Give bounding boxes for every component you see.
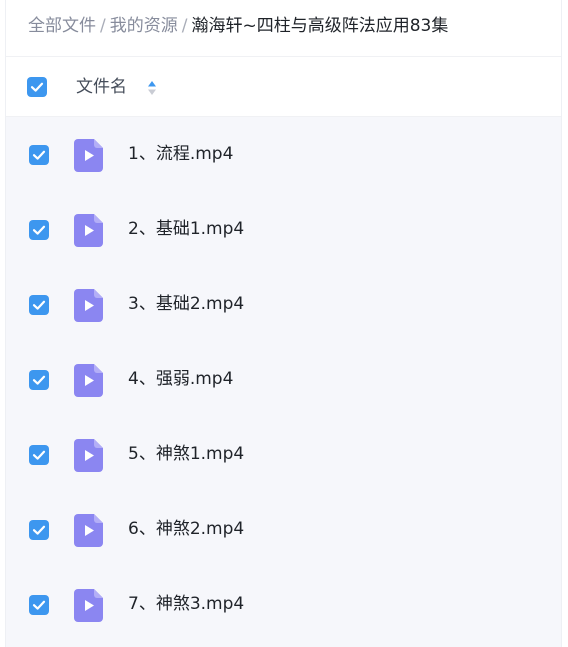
checkmark-icon bbox=[32, 450, 46, 460]
video-file-icon bbox=[74, 214, 103, 247]
select-all-checkbox[interactable] bbox=[27, 77, 47, 97]
file-row[interactable]: 7、神煞3.mp4 bbox=[6, 567, 561, 642]
checkmark-icon bbox=[32, 600, 46, 610]
column-header-filename[interactable]: 文件名 bbox=[76, 57, 127, 118]
breadcrumb-separator: / bbox=[100, 16, 106, 36]
video-file-icon bbox=[74, 439, 103, 472]
checkmark-icon bbox=[32, 300, 46, 310]
file-checkbox[interactable] bbox=[29, 220, 49, 240]
file-list-panel: 全部文件 / 我的资源 / 瀚海轩~四柱与高级阵法应用83集 文件名 1、流程.mp4 bbox=[5, 0, 562, 647]
video-file-icon bbox=[74, 289, 103, 322]
sort-updown-icon[interactable] bbox=[147, 79, 157, 97]
file-list-header: 文件名 bbox=[6, 56, 561, 117]
file-row[interactable]: 3、基础2.mp4 bbox=[6, 267, 561, 342]
file-row[interactable]: 6、神煞2.mp4 bbox=[6, 492, 561, 567]
file-row[interactable]: 1、流程.mp4 bbox=[6, 117, 561, 192]
breadcrumb-item-all-files[interactable]: 全部文件 bbox=[28, 16, 96, 36]
video-file-icon bbox=[74, 364, 103, 397]
file-checkbox[interactable] bbox=[29, 520, 49, 540]
file-name[interactable]: 6、神煞2.mp4 bbox=[128, 492, 244, 567]
breadcrumb-current-folder: 瀚海轩~四柱与高级阵法应用83集 bbox=[191, 16, 449, 36]
file-name[interactable]: 3、基础2.mp4 bbox=[128, 267, 244, 342]
file-name[interactable]: 7、神煞3.mp4 bbox=[128, 567, 244, 642]
file-row[interactable]: 2、基础1.mp4 bbox=[6, 192, 561, 267]
file-checkbox[interactable] bbox=[29, 445, 49, 465]
file-checkbox[interactable] bbox=[29, 595, 49, 615]
breadcrumb-item-my-resources[interactable]: 我的资源 bbox=[110, 16, 178, 36]
breadcrumb: 全部文件 / 我的资源 / 瀚海轩~四柱与高级阵法应用83集 bbox=[28, 10, 448, 42]
file-name[interactable]: 2、基础1.mp4 bbox=[128, 192, 244, 267]
checkmark-icon bbox=[32, 375, 46, 385]
file-row[interactable]: 4、强弱.mp4 bbox=[6, 342, 561, 417]
file-name[interactable]: 5、神煞1.mp4 bbox=[128, 417, 244, 492]
checkmark-icon bbox=[30, 82, 44, 92]
video-file-icon bbox=[74, 589, 103, 622]
file-list: 1、流程.mp4 2、基础1.mp4 3、基础2.mp4 4、强弱.mp4 5、… bbox=[6, 117, 561, 647]
file-checkbox[interactable] bbox=[29, 145, 49, 165]
checkmark-icon bbox=[32, 525, 46, 535]
video-file-icon bbox=[74, 514, 103, 547]
checkmark-icon bbox=[32, 150, 46, 160]
file-name[interactable]: 1、流程.mp4 bbox=[128, 117, 233, 192]
file-row[interactable]: 5、神煞1.mp4 bbox=[6, 417, 561, 492]
checkmark-icon bbox=[32, 225, 46, 235]
file-checkbox[interactable] bbox=[29, 295, 49, 315]
file-checkbox[interactable] bbox=[29, 370, 49, 390]
breadcrumb-separator: / bbox=[181, 16, 188, 36]
video-file-icon bbox=[74, 139, 103, 172]
file-name[interactable]: 4、强弱.mp4 bbox=[128, 342, 233, 417]
